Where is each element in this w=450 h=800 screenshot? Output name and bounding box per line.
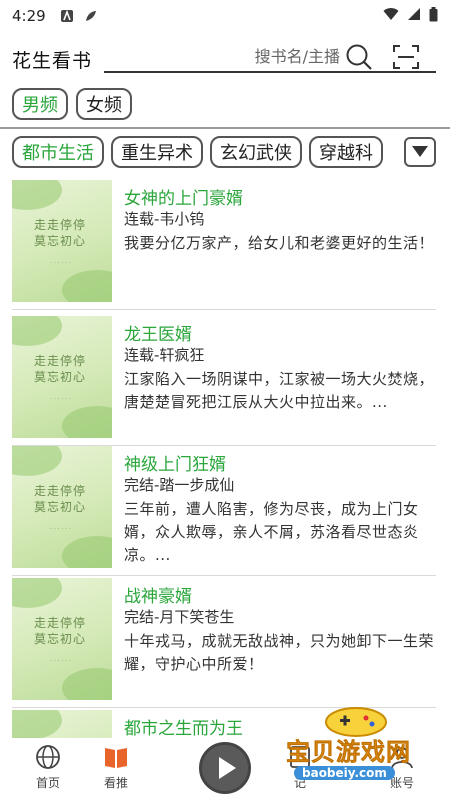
divider <box>0 127 450 129</box>
gender-tabs: 男频 女频 <box>12 88 132 122</box>
book-title[interactable]: 战神豪婿 <box>124 582 192 607</box>
book-author: 完结-踏一步成仙 <box>124 476 235 494</box>
book-description: 江家陷入一场阴谋中，江家被一场大火焚烧，唐楚楚冒死把江辰从大火中拉出来。... <box>124 370 435 411</box>
status-bar: 4:29 <box>0 0 450 32</box>
battery-icon <box>429 6 438 26</box>
category-tabs: 都市生活 重生异术 玄幻武侠 穿越科 <box>12 136 406 170</box>
play-icon <box>219 757 236 779</box>
book-item[interactable]: 走走停停 莫忘初心 · · · · · · 神级上门狂婿 完结-踏一步成仙 三年… <box>0 446 450 576</box>
search-input[interactable] <box>108 42 340 70</box>
watermark-text: 宝贝游戏网 <box>286 738 411 767</box>
search-underline <box>104 71 436 73</box>
nav-recommend[interactable]: 看推 <box>86 744 146 798</box>
book-cover: 走走停停 <box>12 710 112 740</box>
header: 花生看书 <box>0 36 450 82</box>
book-author: 连载-韦小钨 <box>124 210 205 228</box>
tab-male[interactable]: 男频 <box>12 88 68 120</box>
row-separator <box>12 309 436 310</box>
app-title: 花生看书 <box>12 50 93 72</box>
triangle-down-icon <box>411 143 429 162</box>
book-title[interactable]: 神级上门狂婿 <box>124 450 226 475</box>
scan-icon[interactable] <box>392 44 420 70</box>
book-list: 走走停停 莫忘初心 · · · · · · 女神的上门豪婿 连载-韦小钨 我要分… <box>0 180 450 740</box>
book-cover: 走走停停 莫忘初心 · · · · · · <box>12 316 112 438</box>
globe-icon <box>35 744 61 770</box>
book-cover: 走走停停 莫忘初心 · · · · · · <box>12 446 112 568</box>
book-author: 完结-月下笑苍生 <box>124 608 235 626</box>
book-description: 十年戎马，成就无敌战神，只为她卸下一生荣耀，守护心中所爱！ <box>124 632 435 673</box>
book-open-icon <box>103 744 129 770</box>
book-item[interactable]: 走走停停 莫忘初心 · · · · · · 战神豪婿 完结-月下笑苍生 十年戎马… <box>0 578 450 708</box>
nav-home[interactable]: 首页 <box>18 744 78 798</box>
tab-female[interactable]: 女频 <box>76 88 132 120</box>
book-item[interactable]: 走走停停 莫忘初心 · · · · · · 女神的上门豪婿 连载-韦小钨 我要分… <box>0 180 450 310</box>
row-separator <box>12 575 436 576</box>
wifi-icon <box>383 7 399 25</box>
book-item[interactable]: 走走停停 莫忘初心 · · · · · · 龙王医婿 连载-轩疯狂 江家陷入一场… <box>0 316 450 446</box>
book-cover: 走走停停 莫忘初心 · · · · · · <box>12 578 112 700</box>
nav-home-label: 首页 <box>35 776 60 790</box>
status-time: 4:29 <box>12 7 46 25</box>
book-description: 我要分亿万家产，给女儿和老婆更好的生活！ <box>124 234 435 252</box>
book-title[interactable]: 都市之生而为王 <box>124 714 243 739</box>
play-button[interactable] <box>199 742 251 794</box>
notification-a-icon <box>60 9 74 23</box>
watermark: 宝贝游戏网 baobeiy.com <box>280 700 450 796</box>
notification-bird-icon <box>84 9 98 23</box>
book-title[interactable]: 龙王医婿 <box>124 320 192 345</box>
category-fantasy[interactable]: 玄幻武侠 <box>210 136 302 168</box>
book-title[interactable]: 女神的上门豪婿 <box>124 184 243 209</box>
nav-recommend-label: 看推 <box>103 776 128 790</box>
book-description: 三年前，遭人陷害，修为尽丧，成为上门女婿，众人欺辱，亲人不屑，苏洛看尽世态炎凉。… <box>124 500 419 564</box>
expand-categories-button[interactable] <box>404 137 436 167</box>
book-author: 连载-轩疯狂 <box>124 346 205 364</box>
category-urban-life[interactable]: 都市生活 <box>12 136 104 168</box>
category-rebirth[interactable]: 重生异术 <box>111 136 203 168</box>
search-icon[interactable] <box>344 42 374 72</box>
signal-icon <box>407 7 421 25</box>
watermark-url: baobeiy.com <box>294 766 395 780</box>
book-cover: 走走停停 莫忘初心 · · · · · · <box>12 180 112 302</box>
category-time-travel[interactable]: 穿越科 <box>309 136 383 168</box>
